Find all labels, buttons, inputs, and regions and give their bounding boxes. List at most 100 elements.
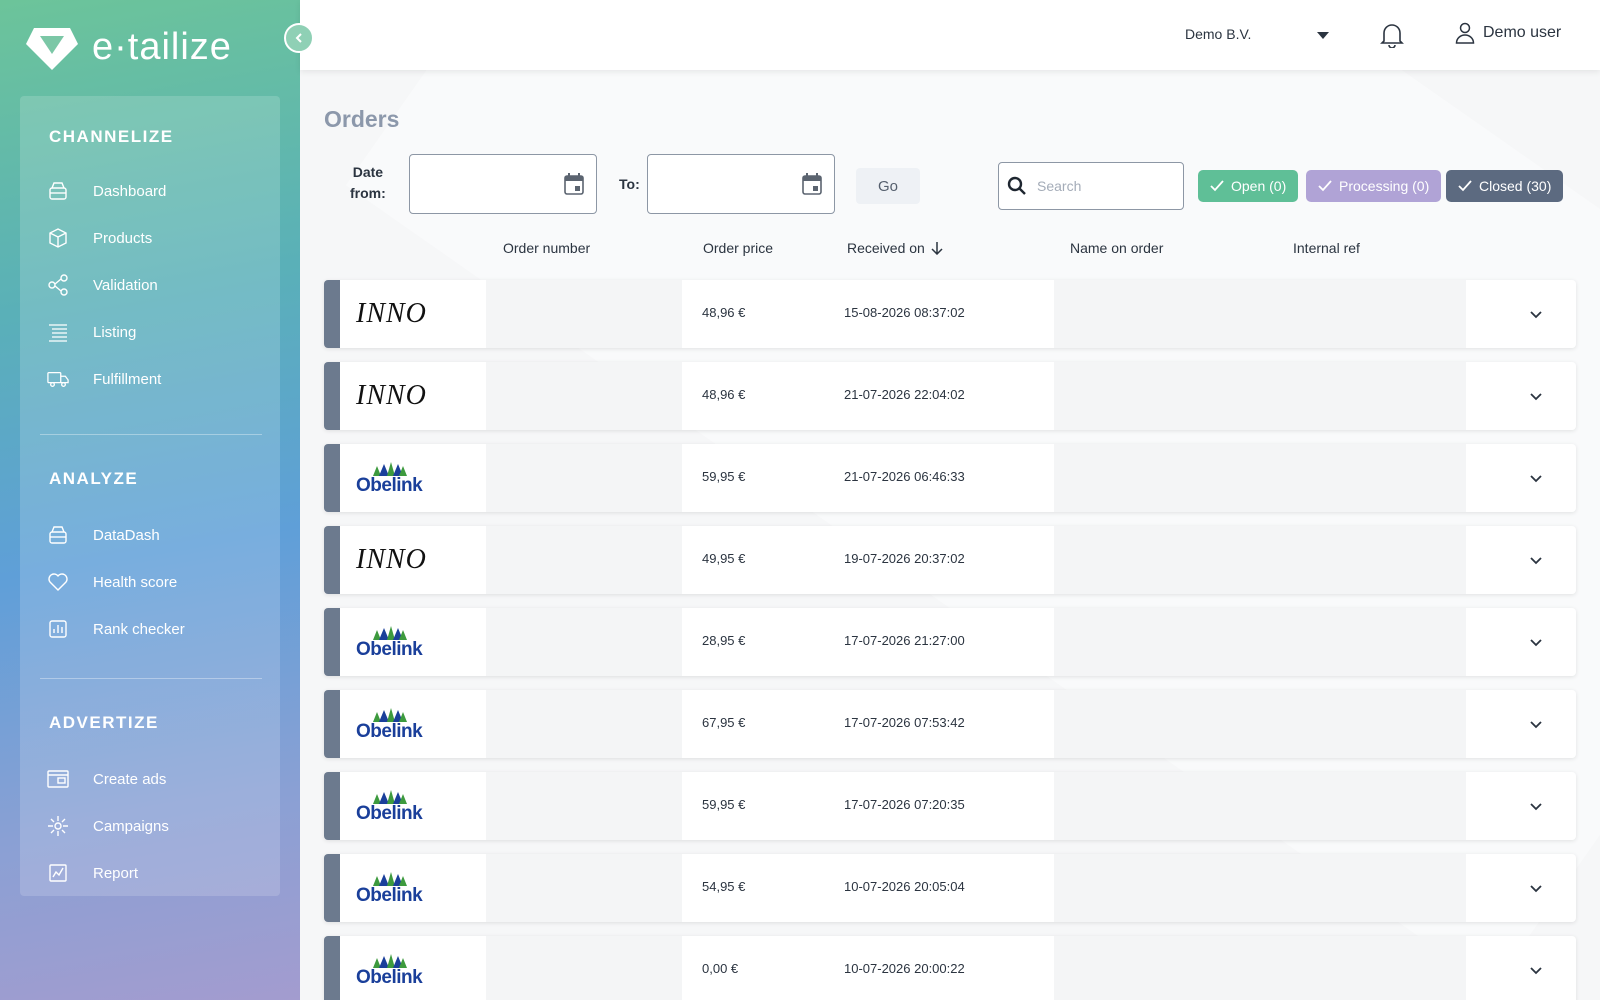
sidebar-item-dashboard[interactable]: Dashboard — [47, 180, 166, 202]
caret-down-icon[interactable] — [1317, 32, 1329, 39]
table-row[interactable]: Obelink 54,95 € 10-07-2026 20:05:04 — [324, 854, 1576, 922]
column-header-received-on[interactable]: Received on — [847, 240, 943, 256]
order-price: 59,95 € — [702, 797, 746, 812]
row-status-bar — [324, 608, 340, 676]
user-icon — [1455, 22, 1475, 44]
sidebar-item-campaigns[interactable]: Campaigns — [47, 815, 169, 837]
column-header-internal-ref[interactable]: Internal ref — [1293, 240, 1360, 256]
filter-closed-label: Closed (30) — [1479, 178, 1552, 194]
shop-logo-obelink: Obelink — [356, 871, 423, 906]
received-on: 17-07-2026 07:53:42 — [844, 715, 965, 730]
date-to-input[interactable] — [647, 154, 835, 214]
filter-closed-button[interactable]: Closed (30) — [1446, 170, 1564, 202]
column-header-label: Name on order — [1070, 240, 1164, 256]
expand-row-chevron-icon[interactable] — [1524, 958, 1548, 987]
obelink-trees-icon — [373, 625, 408, 640]
shop-logo-text: Obelink — [356, 884, 423, 906]
shop-logo-obelink: Obelink — [356, 461, 423, 496]
name-and-ref-cell — [1054, 854, 1466, 922]
row-status-bar — [324, 772, 340, 840]
order-number-cell — [486, 854, 682, 922]
table-row[interactable]: Obelink 0,00 € 10-07-2026 20:00:22 — [324, 936, 1576, 1000]
sidebar-item-create-ads[interactable]: Create ads — [47, 768, 166, 790]
order-price: 48,96 € — [702, 305, 746, 320]
column-header-order-number[interactable]: Order number — [503, 240, 590, 256]
shop-logo-text: Obelink — [356, 802, 423, 824]
order-price: 59,95 € — [702, 469, 746, 484]
column-header-name-on-order[interactable]: Name on order — [1070, 240, 1163, 256]
top-bar: Demo B.V. Demo user — [300, 0, 1600, 70]
logo-text: e·tailize — [92, 25, 232, 68]
expand-row-chevron-icon[interactable] — [1524, 630, 1548, 659]
sidebar-item-label: Report — [93, 864, 139, 882]
search-icon — [1007, 176, 1026, 195]
date-from-label-line1: Date — [352, 164, 384, 180]
table-row[interactable]: INNO 48,96 € 15-08-2026 08:37:02 — [324, 280, 1576, 348]
sidebar-item-report[interactable]: Report — [47, 862, 138, 884]
sidebar-item-label: DataDash — [93, 526, 160, 544]
table-row[interactable]: Obelink 28,95 € 17-07-2026 21:27:00 — [324, 608, 1576, 676]
search-input[interactable] — [1037, 178, 1177, 194]
table-row[interactable]: INNO 49,95 € 19-07-2026 20:37:02 — [324, 526, 1576, 594]
row-status-bar — [324, 690, 340, 758]
sidebar: e·tailize CHANNELIZE Dashboard Products … — [0, 0, 300, 1000]
notifications-bell-icon[interactable] — [1380, 22, 1404, 53]
sidebar-item-validation[interactable]: Validation — [47, 274, 158, 296]
user-name: Demo user — [1483, 24, 1562, 41]
collapse-sidebar-button[interactable] — [284, 23, 314, 53]
order-number-cell — [486, 444, 682, 512]
table-row[interactable]: Obelink 59,95 € 21-07-2026 06:46:33 — [324, 444, 1576, 512]
shop-cell: Obelink — [340, 690, 486, 758]
shop-logo-obelink: Obelink — [356, 789, 423, 824]
shop-cell: Obelink — [340, 608, 486, 676]
order-number-cell — [486, 608, 682, 676]
received-on: 19-07-2026 20:37:02 — [844, 551, 965, 566]
list-icon — [47, 321, 69, 343]
bar-chart-icon — [47, 618, 69, 640]
expand-row-chevron-icon[interactable] — [1524, 384, 1548, 413]
name-and-ref-cell — [1054, 608, 1466, 676]
sidebar-item-label: Products — [93, 229, 153, 247]
table-row[interactable]: Obelink 59,95 € 17-07-2026 07:20:35 — [324, 772, 1576, 840]
expand-row-chevron-icon[interactable] — [1524, 794, 1548, 823]
sidebar-item-label: Rank checker — [93, 620, 185, 638]
received-on: 21-07-2026 06:46:33 — [844, 469, 965, 484]
sidebar-item-listing[interactable]: Listing — [47, 321, 136, 343]
sidebar-item-products[interactable]: Products — [47, 227, 152, 249]
received-on: 10-07-2026 20:00:22 — [844, 961, 965, 976]
company-selector[interactable]: Demo B.V. — [1185, 26, 1251, 42]
calendar-icon[interactable] — [564, 173, 584, 195]
expand-row-chevron-icon[interactable] — [1524, 548, 1548, 577]
sort-descending-arrow-icon — [931, 242, 943, 255]
table-row[interactable]: Obelink 67,95 € 17-07-2026 07:53:42 — [324, 690, 1576, 758]
shop-logo-text: Obelink — [356, 638, 423, 660]
filter-processing-label: Processing (0) — [1339, 178, 1430, 194]
filter-open-label: Open (0) — [1231, 178, 1287, 194]
date-from-input[interactable] — [409, 154, 597, 214]
shop-logo-text: Obelink — [356, 966, 423, 988]
dashboard-icon — [47, 180, 69, 202]
expand-row-chevron-icon[interactable] — [1524, 876, 1548, 905]
shop-logo-text: Obelink — [356, 474, 423, 496]
shop-logo-inno: INNO — [356, 298, 427, 329]
go-button[interactable]: Go — [856, 168, 920, 204]
brand-logo[interactable]: e·tailize — [26, 24, 232, 70]
filter-processing-button[interactable]: Processing (0) — [1306, 170, 1442, 202]
order-price: 28,95 € — [702, 633, 746, 648]
sidebar-item-fulfillment[interactable]: Fulfillment — [47, 368, 161, 390]
expand-row-chevron-icon[interactable] — [1524, 712, 1548, 741]
expand-row-chevron-icon[interactable] — [1524, 302, 1548, 331]
sidebar-item-health-score[interactable]: Health score — [47, 571, 177, 593]
user-menu[interactable]: Demo user — [1455, 22, 1561, 44]
sidebar-item-rank-checker[interactable]: Rank checker — [47, 618, 185, 640]
search-box[interactable] — [998, 162, 1184, 210]
expand-row-chevron-icon[interactable] — [1524, 466, 1548, 495]
column-header-order-price[interactable]: Order price — [703, 240, 773, 256]
calendar-icon[interactable] — [802, 173, 822, 195]
filter-open-button[interactable]: Open (0) — [1198, 170, 1299, 202]
shop-cell: Obelink — [340, 936, 486, 1000]
row-status-bar — [324, 280, 340, 348]
section-title-channelize: CHANNELIZE — [49, 127, 174, 146]
sidebar-item-datadash[interactable]: DataDash — [47, 524, 160, 546]
table-row[interactable]: INNO 48,96 € 21-07-2026 22:04:02 — [324, 362, 1576, 430]
